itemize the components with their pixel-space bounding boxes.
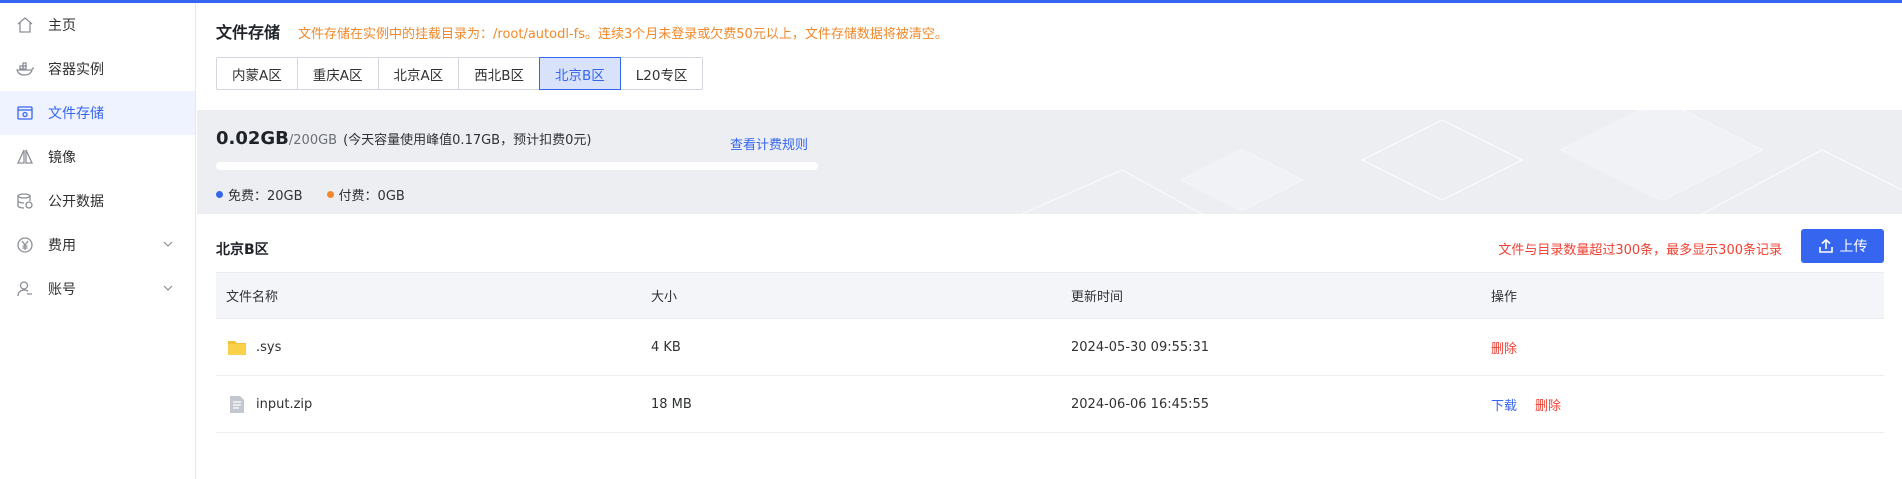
- tab-region-neimeng-a[interactable]: 内蒙A区: [216, 57, 298, 90]
- download-link[interactable]: 下载: [1491, 395, 1517, 414]
- storage-icon: [14, 102, 36, 124]
- sidebar-item-label: 文件存储: [48, 106, 104, 122]
- delete-link[interactable]: 删除: [1535, 395, 1561, 414]
- sidebar-item-label: 账号: [48, 282, 76, 298]
- col-header-actions: 操作: [1491, 290, 1518, 305]
- file-table: 文件名称 大小 更新时间 操作 .sys 4 KB 2024-05-30 09:…: [216, 272, 1884, 433]
- sidebar-item-public-data[interactable]: 公开数据: [0, 179, 195, 223]
- col-header-name: 文件名称: [226, 290, 279, 305]
- table-row: .sys 4 KB 2024-05-30 09:55:31 删除: [216, 319, 1884, 376]
- upload-button[interactable]: 上传: [1801, 229, 1884, 263]
- yen-icon: [14, 234, 36, 256]
- paid-dot-icon: [326, 191, 334, 198]
- page-title: 文件存储: [216, 23, 281, 42]
- decorative-background: [1021, 110, 1902, 214]
- sidebar-item-label: 公开数据: [48, 194, 104, 210]
- file-updated-time: 2024-06-06 16:45:55: [1071, 396, 1210, 412]
- sidebar-item-containers[interactable]: 容器实例: [0, 47, 195, 91]
- sidebar-item-account[interactable]: 账号: [0, 267, 195, 311]
- usage-summary: 0.02GB /200GB (今天容量使用峰值0.17GB，预计扣费0元): [216, 128, 591, 149]
- delete-link[interactable]: 删除: [1491, 338, 1517, 357]
- file-limit-warning: 文件与目录数量超过300条，最多显示300条记录: [1498, 243, 1782, 258]
- legend-free: 免费：20GB: [216, 185, 303, 204]
- sidebar-item-label: 镜像: [48, 150, 76, 166]
- storage-usage-panel: 0.02GB /200GB (今天容量使用峰值0.17GB，预计扣费0元) 查看…: [197, 110, 1902, 214]
- mount-notice: 文件存储在实例中的挂载目录为：/root/autodl-fs。连续3个月未登录或…: [298, 27, 948, 42]
- chevron-down-icon: [161, 237, 175, 251]
- folder-icon: [226, 336, 248, 358]
- tab-region-l20[interactable]: L20专区: [619, 57, 704, 90]
- file-size: 18 MB: [651, 396, 692, 412]
- peak-usage-note: (今天容量使用峰值0.17GB，预计扣费0元): [343, 133, 592, 148]
- sidebar-item-file-storage[interactable]: 文件存储: [0, 91, 195, 135]
- used-capacity: 0.02GB: [216, 128, 289, 149]
- page-header: 文件存储 文件存储在实例中的挂载目录为：/root/autodl-fs。连续3个…: [216, 19, 948, 43]
- file-icon: [226, 393, 248, 415]
- tab-region-chongqing-a[interactable]: 重庆A区: [296, 57, 379, 90]
- image-icon: [14, 146, 36, 168]
- tab-region-xibei-b[interactable]: 西北B区: [458, 57, 541, 90]
- main-content: 文件存储 文件存储在实例中的挂载目录为：/root/autodl-fs。连续3个…: [197, 3, 1902, 479]
- files-section-title: 北京B区: [216, 242, 269, 258]
- billing-rules-link[interactable]: 查看计费规则: [730, 134, 808, 153]
- sidebar: 主页 容器实例 文件存储 镜像 公开数据 费用 账号: [0, 3, 196, 479]
- sidebar-item-label: 费用: [48, 238, 76, 254]
- home-icon: [14, 14, 36, 36]
- upload-icon: [1818, 238, 1833, 253]
- legend-free-label: 免费：20GB: [228, 189, 303, 204]
- chevron-down-icon: [161, 281, 175, 295]
- region-tabs: 内蒙A区 重庆A区 北京A区 西北B区 北京B区 L20专区: [216, 57, 704, 90]
- container-icon: [14, 58, 36, 80]
- file-updated-time: 2024-05-30 09:55:31: [1071, 339, 1210, 355]
- total-capacity: /200GB: [288, 133, 338, 148]
- legend-paid-label: 付费：0GB: [338, 189, 405, 204]
- table-row: input.zip 18 MB 2024-06-06 16:45:55 下载 删…: [216, 376, 1884, 433]
- database-icon: [14, 190, 36, 212]
- usage-legend: 免费：20GB 付费：0GB: [216, 185, 429, 204]
- tab-region-beijing-b[interactable]: 北京B区: [539, 57, 621, 90]
- col-header-updated: 更新时间: [1071, 290, 1124, 305]
- sidebar-item-billing[interactable]: 费用: [0, 223, 195, 267]
- col-header-size: 大小: [651, 290, 678, 305]
- free-dot-icon: [216, 191, 223, 198]
- file-name[interactable]: .sys: [256, 340, 281, 355]
- file-name[interactable]: input.zip: [256, 397, 312, 412]
- upload-label: 上传: [1839, 239, 1868, 255]
- user-icon: [14, 278, 36, 300]
- usage-progress-bar: [216, 162, 818, 170]
- tab-region-beijing-a[interactable]: 北京A区: [377, 57, 460, 90]
- sidebar-item-label: 主页: [48, 18, 76, 34]
- file-size: 4 KB: [651, 339, 681, 355]
- sidebar-item-images[interactable]: 镜像: [0, 135, 195, 179]
- sidebar-item-label: 容器实例: [48, 62, 104, 78]
- table-header: 文件名称 大小 更新时间 操作: [216, 272, 1884, 319]
- legend-paid: 付费：0GB: [326, 185, 405, 204]
- sidebar-item-home[interactable]: 主页: [0, 3, 195, 47]
